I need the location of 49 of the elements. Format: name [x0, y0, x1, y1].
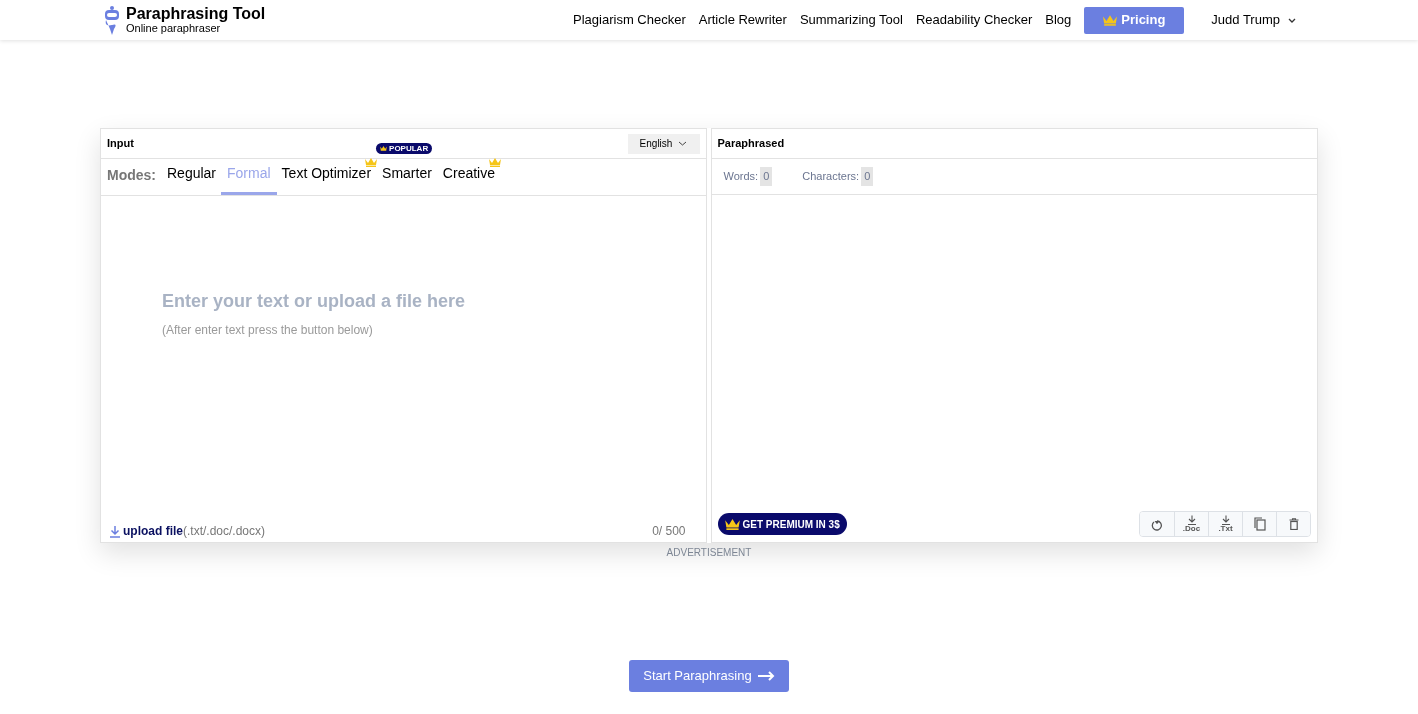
download-button[interactable]: .Txt: [1208, 512, 1242, 536]
copy-button[interactable]: [1242, 512, 1276, 536]
delete-button[interactable]: [1276, 512, 1310, 536]
mode-tab[interactable]: Smarter: [382, 163, 432, 195]
arrow-right-icon: [757, 671, 775, 681]
undo-button[interactable]: [1140, 512, 1174, 536]
brand-subtitle: Online paraphraser: [126, 23, 222, 34]
start-paraphrasing-button[interactable]: Start Paraphrasing: [629, 660, 789, 692]
crown-icon: [380, 146, 388, 151]
crown-icon: [1103, 14, 1118, 26]
copy-icon: [1253, 517, 1266, 531]
stat-value: 0: [861, 167, 874, 186]
nav-link[interactable]: Readability Checker: [915, 10, 1033, 30]
nav-link[interactable]: Article Rewriter: [698, 10, 787, 30]
format-label: .Doc: [1182, 525, 1201, 533]
modes-label: Modes:: [107, 166, 156, 185]
stat-value: 0: [760, 167, 773, 186]
mode-tab[interactable]: Regular: [167, 163, 217, 195]
download-icon: [1220, 515, 1231, 525]
mode-tab[interactable]: Text Optimizer: [281, 163, 372, 195]
download-icon: [1186, 515, 1197, 525]
upload-file-link[interactable]: upload file: [123, 522, 183, 540]
chevron-down-icon: [678, 141, 688, 146]
badge-text: POPULAR: [389, 142, 429, 155]
character-counter: 0/ 500: [652, 523, 686, 540]
crown-icon: [724, 518, 740, 530]
mode-tab[interactable]: Creative: [442, 163, 495, 195]
input-hint: (After enter text press the button below): [162, 322, 374, 339]
pricing-button[interactable]: Pricing: [1084, 6, 1185, 34]
undo-icon: [1151, 517, 1163, 531]
language-dropdown[interactable]: English: [627, 133, 700, 154]
user-menu[interactable]: Judd Trump: [1211, 10, 1296, 30]
stat-label: Words:: [723, 169, 759, 185]
brand-title: Paraphrasing Tool: [126, 6, 266, 22]
robot-logo-icon: [102, 5, 122, 35]
download-icon: [109, 524, 121, 538]
nav-link[interactable]: Blog: [1045, 10, 1072, 30]
format-label: .Txt: [1218, 525, 1233, 533]
panel-title: Input: [107, 136, 134, 152]
stat-label: Characters:: [802, 169, 860, 185]
nav-link[interactable]: Plagiarism Checker: [573, 10, 686, 30]
get-premium-button[interactable]: GET PREMIUM IN 3$: [717, 513, 847, 535]
chevron-down-icon: [1288, 17, 1296, 23]
advertisement-label: ADVERTISEMENT: [666, 546, 752, 560]
download-button[interactable]: .Doc: [1174, 512, 1208, 536]
nav-link[interactable]: Summarizing Tool: [799, 10, 903, 30]
panel-title: Paraphrased: [717, 136, 785, 152]
file-types: (.txt/.doc/.docx): [183, 523, 266, 540]
trash-icon: [1288, 518, 1299, 530]
